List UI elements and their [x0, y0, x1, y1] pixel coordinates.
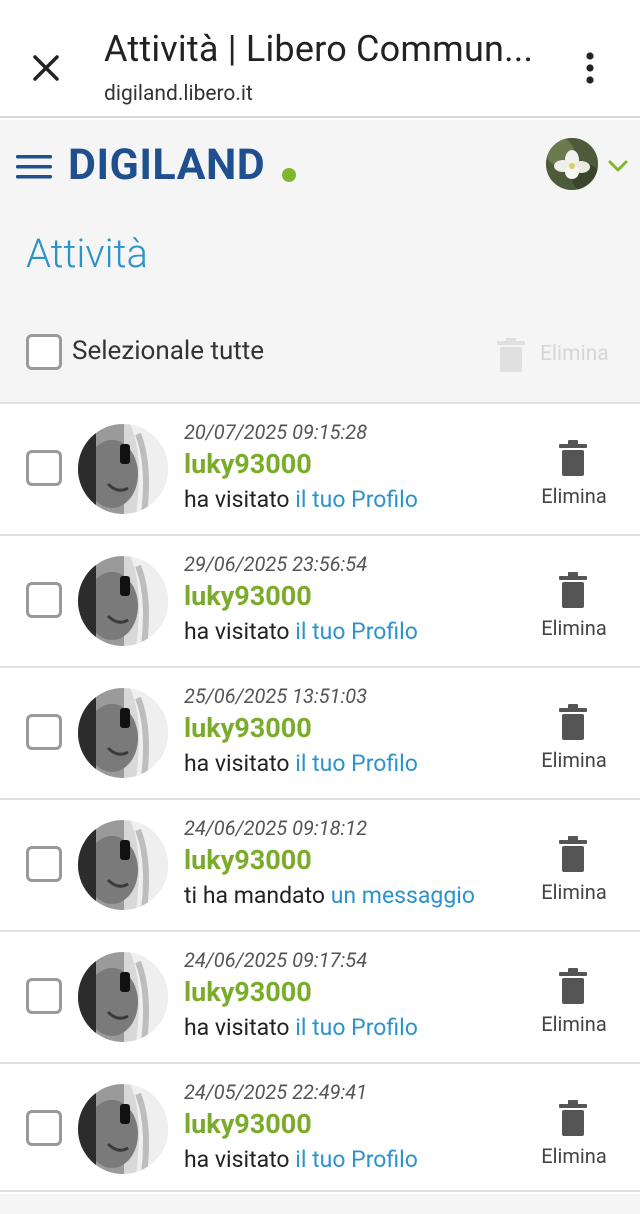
activity-text: ha visitato il tuo Profilo: [184, 486, 418, 513]
select-all-row: Selezionale tutte Elimina: [0, 314, 640, 394]
trash-icon: [497, 338, 525, 372]
close-icon[interactable]: [28, 50, 64, 86]
user-avatar[interactable]: [546, 138, 598, 190]
activity-link[interactable]: il tuo Profilo: [295, 750, 418, 777]
activity-link[interactable]: un messaggio: [331, 882, 475, 909]
trash-icon: [558, 836, 588, 872]
site-logo[interactable]: DIGILAND: [68, 140, 265, 190]
delete-button[interactable]: Elimina: [530, 698, 618, 778]
divider: [0, 1190, 640, 1192]
row-checkbox[interactable]: [26, 582, 62, 618]
list-item: 24/06/2025 09:18:12 luky93000 ti ha mand…: [0, 798, 640, 930]
timestamp: 29/06/2025 23:56:54: [184, 552, 368, 576]
hamburger-icon[interactable]: [14, 152, 54, 182]
timestamp: 25/06/2025 13:51:03: [184, 684, 368, 708]
action-verb: ti ha mandato: [184, 882, 325, 909]
avatar[interactable]: [78, 424, 168, 514]
activity-text: ha visitato il tuo Profilo: [184, 1014, 418, 1041]
activity-link[interactable]: il tuo Profilo: [295, 618, 418, 645]
activity-link[interactable]: il tuo Profilo: [295, 486, 418, 513]
timestamp: 24/06/2025 09:17:54: [184, 948, 368, 972]
delete-button[interactable]: Elimina: [530, 1094, 618, 1174]
bulk-delete-label: Elimina: [540, 342, 609, 366]
activity-page: Attività Selezionale tutte Elimina 20/07…: [0, 210, 640, 1214]
browser-toolbar: Attività | Libero Commun... digiland.lib…: [0, 0, 640, 118]
row-checkbox[interactable]: [26, 978, 62, 1014]
activity-text: ha visitato il tuo Profilo: [184, 618, 418, 645]
delete-button[interactable]: Elimina: [530, 434, 618, 514]
chevron-down-icon[interactable]: [606, 158, 630, 174]
timestamp: 24/05/2025 22:49:41: [184, 1080, 368, 1104]
trash-icon: [558, 572, 588, 608]
avatar[interactable]: [78, 688, 168, 778]
delete-button[interactable]: Elimina: [530, 962, 618, 1042]
action-verb: ha visitato: [184, 618, 290, 645]
more-vert-icon[interactable]: [574, 48, 606, 88]
timestamp: 24/06/2025 09:18:12: [184, 816, 368, 840]
select-all-label[interactable]: Selezionale tutte: [72, 336, 264, 366]
avatar[interactable]: [78, 952, 168, 1042]
timestamp: 20/07/2025 09:15:28: [184, 420, 368, 444]
username-link[interactable]: luky93000: [184, 1108, 312, 1140]
username-link[interactable]: luky93000: [184, 976, 312, 1008]
avatar[interactable]: [78, 556, 168, 646]
row-checkbox[interactable]: [26, 846, 62, 882]
action-verb: ha visitato: [184, 1146, 290, 1173]
delete-label: Elimina: [541, 880, 607, 904]
delete-button[interactable]: Elimina: [530, 566, 618, 646]
username-link[interactable]: luky93000: [184, 580, 312, 612]
trash-icon: [558, 704, 588, 740]
avatar[interactable]: [78, 1084, 168, 1174]
row-checkbox[interactable]: [26, 714, 62, 750]
username-link[interactable]: luky93000: [184, 448, 312, 480]
logo-dot: [282, 168, 296, 182]
delete-label: Elimina: [541, 1012, 607, 1036]
avatar[interactable]: [78, 820, 168, 910]
list-item: 24/05/2025 22:49:41 luky93000 ha visitat…: [0, 1062, 640, 1194]
username-link[interactable]: luky93000: [184, 712, 312, 744]
page-title: Attività: [26, 230, 148, 277]
bulk-delete-button[interactable]: Elimina: [496, 334, 616, 374]
activity-text: ha visitato il tuo Profilo: [184, 1146, 418, 1173]
trash-icon: [558, 968, 588, 1004]
action-verb: ha visitato: [184, 486, 290, 513]
row-checkbox[interactable]: [26, 1110, 62, 1146]
activity-link[interactable]: il tuo Profilo: [295, 1146, 418, 1173]
trash-icon: [558, 440, 588, 476]
row-checkbox[interactable]: [26, 450, 62, 486]
username-link[interactable]: luky93000: [184, 844, 312, 876]
select-all-checkbox[interactable]: [26, 334, 62, 370]
trash-icon: [558, 1100, 588, 1136]
list-item: 25/06/2025 13:51:03 luky93000 ha visitat…: [0, 666, 640, 798]
delete-label: Elimina: [541, 1144, 607, 1168]
browser-url[interactable]: digiland.libero.it: [104, 82, 253, 106]
delete-label: Elimina: [541, 484, 607, 508]
activity-link[interactable]: il tuo Profilo: [295, 1014, 418, 1041]
list-item: 24/06/2025 09:17:54 luky93000 ha visitat…: [0, 930, 640, 1062]
action-verb: ha visitato: [184, 750, 290, 777]
delete-label: Elimina: [541, 748, 607, 772]
list-item: 29/06/2025 23:56:54 luky93000 ha visitat…: [0, 534, 640, 666]
site-header: DIGILAND: [0, 120, 640, 210]
activity-list: 20/07/2025 09:15:28 luky93000 ha visitat…: [0, 402, 640, 1194]
delete-button[interactable]: Elimina: [530, 830, 618, 910]
activity-text: ha visitato il tuo Profilo: [184, 750, 418, 777]
action-verb: ha visitato: [184, 1014, 290, 1041]
list-item: 20/07/2025 09:15:28 luky93000 ha visitat…: [0, 402, 640, 534]
activity-text: ti ha mandato un messaggio: [184, 882, 475, 909]
delete-label: Elimina: [541, 616, 607, 640]
browser-title: Attività | Libero Commun...: [104, 28, 534, 70]
